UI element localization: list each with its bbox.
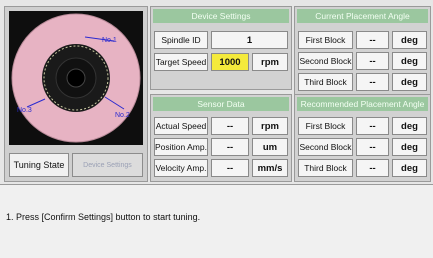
angle-unit: deg xyxy=(392,73,427,91)
spindle-id-row: Spindle ID 1 xyxy=(154,31,288,49)
angle-label: First Block xyxy=(298,31,353,49)
sensor-label: Position Amp. xyxy=(154,138,208,156)
device-settings-button[interactable]: Device Settings xyxy=(72,153,143,177)
sensor-label: Actual Speed xyxy=(154,117,208,135)
spindle-id-label: Spindle ID xyxy=(154,31,208,49)
spindle-id-value[interactable]: 1 xyxy=(211,31,288,49)
sensor-data-panel: Sensor Data Actual Speed -- rpm Position… xyxy=(150,94,292,182)
angle-unit: deg xyxy=(392,117,427,135)
target-speed-label: Target Speed xyxy=(154,53,208,71)
device-settings-title: Device Settings xyxy=(153,9,289,23)
sensor-value: -- xyxy=(211,159,249,177)
target-speed-unit: rpm xyxy=(252,53,288,71)
disk-view-panel: No.1 No.3 No.2 Tuning State Device Setti… xyxy=(4,6,148,182)
angle-row: Second Block -- deg xyxy=(298,52,427,70)
angle-row: Third Block -- deg xyxy=(298,159,427,177)
sensor-unit: um xyxy=(252,138,288,156)
angle-unit: deg xyxy=(392,31,427,49)
angle-value: -- xyxy=(356,159,389,177)
current-angle-title: Current Placement Angle xyxy=(297,9,428,23)
angle-value: -- xyxy=(356,52,389,70)
angle-row: First Block -- deg xyxy=(298,117,427,135)
device-settings-panel: Device Settings Spindle ID 1 Target Spee… xyxy=(150,6,292,90)
angle-value: -- xyxy=(356,31,389,49)
sensor-unit: mm/s xyxy=(252,159,288,177)
disk-image: No.1 No.3 No.2 xyxy=(9,11,143,145)
disk-label-no3: No.3 xyxy=(17,107,32,114)
grinding-wheel-graphic: No.1 No.3 No.2 xyxy=(11,13,141,143)
message-area: 1. Press [Confirm Settings] button to st… xyxy=(0,184,433,258)
instruction-message: 1. Press [Confirm Settings] button to st… xyxy=(6,212,201,222)
angle-unit: deg xyxy=(392,138,427,156)
sensor-row: Velocity Amp. -- mm/s xyxy=(154,159,288,177)
sensor-data-title: Sensor Data xyxy=(153,97,289,111)
angle-label: First Block xyxy=(298,117,353,135)
sensor-value: -- xyxy=(211,117,249,135)
sensor-unit: rpm xyxy=(252,117,288,135)
tuning-state-bar: Tuning State Device Settings xyxy=(9,153,143,177)
tuning-window: No.1 No.3 No.2 Tuning State Device Setti… xyxy=(0,0,433,258)
recommended-angle-title: Recommended Placement Angle xyxy=(297,97,428,111)
sensor-label: Velocity Amp. xyxy=(154,159,208,177)
angle-row: Third Block -- deg xyxy=(298,73,427,91)
target-speed-input[interactable]: 1000 xyxy=(211,53,249,71)
sensor-row: Position Amp. -- um xyxy=(154,138,288,156)
tuning-state-label: Tuning State xyxy=(9,153,69,177)
sensor-value: -- xyxy=(211,138,249,156)
angle-unit: deg xyxy=(392,159,427,177)
disk-label-no2: No.2 xyxy=(115,112,130,119)
recommended-angle-panel: Recommended Placement Angle First Block … xyxy=(294,94,431,182)
angle-row: Second Block -- deg xyxy=(298,138,427,156)
angle-label: Third Block xyxy=(298,159,353,177)
angle-label: Second Block xyxy=(298,138,353,156)
angle-row: First Block -- deg xyxy=(298,31,427,49)
angle-label: Third Block xyxy=(298,73,353,91)
sensor-row: Actual Speed -- rpm xyxy=(154,117,288,135)
target-speed-row: Target Speed 1000 rpm xyxy=(154,53,288,71)
disk-label-no1: No.1 xyxy=(102,37,117,44)
angle-label: Second Block xyxy=(298,52,353,70)
angle-value: -- xyxy=(356,73,389,91)
angle-unit: deg xyxy=(392,52,427,70)
current-angle-panel: Current Placement Angle First Block -- d… xyxy=(294,6,431,96)
angle-value: -- xyxy=(356,138,389,156)
angle-value: -- xyxy=(356,117,389,135)
